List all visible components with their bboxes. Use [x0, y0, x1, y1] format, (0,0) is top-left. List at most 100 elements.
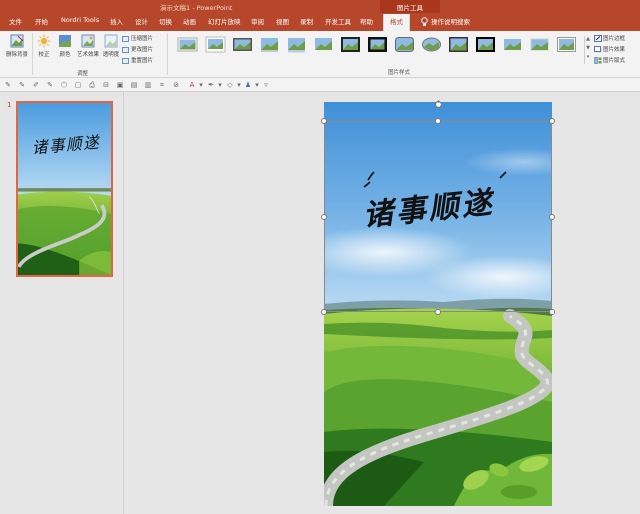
artistic-effects-icon — [81, 34, 95, 48]
slide-editor: 诸事顺遂 — [125, 92, 640, 514]
picture-effects-label: 图片效果 — [603, 47, 626, 53]
tab-review[interactable]: 审阅 — [251, 16, 264, 26]
picture-layout-button[interactable]: 图片版式 — [594, 56, 625, 64]
change-picture-label: 更改图片 — [131, 47, 154, 53]
slide-thumbnail-pane: 1 诸事顺遂 — [0, 92, 124, 514]
link-icon[interactable]: ⊘ — [172, 81, 180, 89]
transparency-button[interactable]: 透明度 — [102, 34, 120, 58]
style-thumb-1[interactable] — [177, 36, 198, 53]
style-thumb-15[interactable] — [556, 36, 577, 53]
resize-handle-bl[interactable] — [321, 309, 327, 315]
tab-animations[interactable]: 动画 — [183, 16, 196, 26]
gallery-down-icon[interactable]: ▼ — [585, 45, 591, 54]
pencil-icon[interactable]: ✎ — [46, 81, 54, 89]
corrections-button[interactable]: 校正 — [34, 34, 54, 58]
customize-qat-icon[interactable]: ▿ — [262, 81, 270, 89]
style-thumb-4[interactable] — [259, 36, 280, 53]
tab-design[interactable]: 设计 — [135, 16, 148, 26]
sun-icon — [37, 34, 51, 48]
tab-home[interactable]: 开始 — [35, 16, 48, 26]
change-picture-button[interactable]: 更改图片 — [122, 45, 153, 53]
separator — [167, 33, 168, 75]
style-thumb-6[interactable] — [313, 36, 334, 53]
effects-icon — [594, 46, 602, 53]
tab-nordri-tools[interactable]: Nordri Tools — [61, 16, 99, 24]
color-label: 颜色 — [59, 52, 71, 58]
picture-styles-gallery — [172, 34, 584, 64]
style-thumb-5[interactable] — [286, 36, 307, 53]
font-color-icon[interactable]: A — [188, 81, 196, 89]
title-bar: 演示文稿1 - PowerPoint 图片工具 — [0, 0, 640, 13]
artistic-effects-button[interactable]: 艺术效果 — [75, 34, 101, 58]
font-color-dropdown-icon[interactable]: ▾ — [197, 81, 205, 89]
shape-fill-dropdown-icon[interactable]: ▾ — [235, 81, 243, 89]
reset-picture-icon — [122, 57, 129, 64]
resize-handle-r[interactable] — [549, 214, 555, 220]
style-thumb-3[interactable] — [232, 36, 253, 53]
resize-handle-b[interactable] — [435, 309, 441, 315]
reset-picture-button[interactable]: 重置图片 — [122, 56, 153, 64]
quick-access-toolbar: ✎ ✎ ✐ ✎ ⬡ ▢ ⎙ ⊟ ▣ ▤ ▥ ⌗ ⊘ A ▾ ✒ ▾ ◇ ▾ ♟ … — [0, 78, 640, 92]
transparency-label: 透明度 — [102, 52, 120, 58]
compress-pictures-button[interactable]: 压缩图片 — [122, 34, 153, 42]
figure-icon[interactable]: ♟ — [244, 81, 252, 89]
tab-view[interactable]: 视图 — [276, 16, 289, 26]
compress-label: 压缩图片 — [131, 36, 154, 42]
layout-icon — [594, 57, 602, 64]
tell-me-search[interactable]: 操作说明搜索 — [431, 16, 470, 26]
tab-slideshow[interactable]: 幻灯片放映 — [208, 16, 241, 26]
gallery-scroll[interactable]: ▲ ▼ ▾ — [584, 36, 591, 64]
lock-icon[interactable]: ⊟ — [102, 81, 110, 89]
highlight-dropdown-icon[interactable]: ▾ — [216, 81, 224, 89]
picture-border-button[interactable]: 图片边框 — [594, 34, 625, 42]
resize-handle-t[interactable] — [435, 118, 441, 124]
style-thumb-14[interactable] — [529, 36, 550, 53]
shape-fill-icon[interactable]: ◇ — [226, 81, 234, 89]
document-title: 演示文稿1 - PowerPoint — [160, 4, 233, 12]
square-icon[interactable]: ▢ — [74, 81, 82, 89]
style-thumb-13[interactable] — [502, 36, 523, 53]
gallery-up-icon[interactable]: ▲ — [585, 36, 591, 45]
tab-transitions[interactable]: 切换 — [159, 16, 172, 26]
figure-dropdown-icon[interactable]: ▾ — [253, 81, 261, 89]
tab-developer[interactable]: 开发工具 — [325, 16, 351, 26]
eyedropper-icon[interactable]: ✎ — [4, 81, 12, 89]
style-thumb-7[interactable] — [340, 36, 361, 53]
rotate-handle-icon[interactable] — [434, 100, 443, 109]
eyedropper-icon-2[interactable]: ✎ — [18, 81, 26, 89]
style-thumb-10[interactable] — [421, 36, 442, 53]
color-button[interactable]: 颜色 — [56, 34, 74, 58]
tab-format[interactable]: 格式 — [383, 14, 410, 31]
style-thumb-11[interactable] — [448, 36, 469, 53]
tab-help[interactable]: 帮助 — [360, 16, 373, 26]
reset-picture-label: 重置图片 — [131, 58, 154, 64]
slide-number: 1 — [7, 101, 12, 109]
crop-icon[interactable]: ⌗ — [158, 81, 166, 89]
pen-icon[interactable]: ✐ — [32, 81, 40, 89]
highlight-icon[interactable]: ✒ — [207, 81, 215, 89]
shape-icon[interactable]: ⬡ — [60, 81, 68, 89]
tab-record[interactable]: 录制 — [300, 16, 313, 26]
resize-handle-l[interactable] — [321, 214, 327, 220]
lightbulb-icon — [421, 17, 428, 26]
style-thumb-2[interactable] — [205, 36, 226, 53]
style-thumb-8[interactable] — [367, 36, 388, 53]
image-icon[interactable]: ▣ — [116, 81, 124, 89]
picture-effects-button[interactable]: 图片效果 — [594, 45, 625, 53]
resize-handle-tr[interactable] — [549, 118, 555, 124]
save-icon[interactable]: ▤ — [130, 81, 138, 89]
resize-handle-br[interactable] — [549, 309, 555, 315]
selection-frame — [324, 121, 552, 312]
ribbon-format: 删除背景 校正 颜色 艺术效果 透明度 压缩图片 更改图片 重置图片 调整 ▲ … — [0, 31, 640, 78]
style-thumb-9[interactable] — [394, 36, 415, 53]
gallery-more-icon[interactable]: ▾ — [585, 54, 591, 63]
tab-file[interactable]: 文件 — [9, 16, 22, 26]
remove-background-button[interactable]: 删除背景 — [4, 34, 30, 58]
style-thumb-12[interactable] — [475, 36, 496, 53]
slide-thumbnail-1[interactable]: 诸事顺遂 — [16, 101, 113, 277]
tab-insert[interactable]: 插入 — [110, 16, 123, 26]
change-picture-icon — [122, 46, 129, 53]
clipboard-icon[interactable]: ▥ — [144, 81, 152, 89]
resize-handle-tl[interactable] — [321, 118, 327, 124]
print-icon[interactable]: ⎙ — [88, 81, 96, 89]
